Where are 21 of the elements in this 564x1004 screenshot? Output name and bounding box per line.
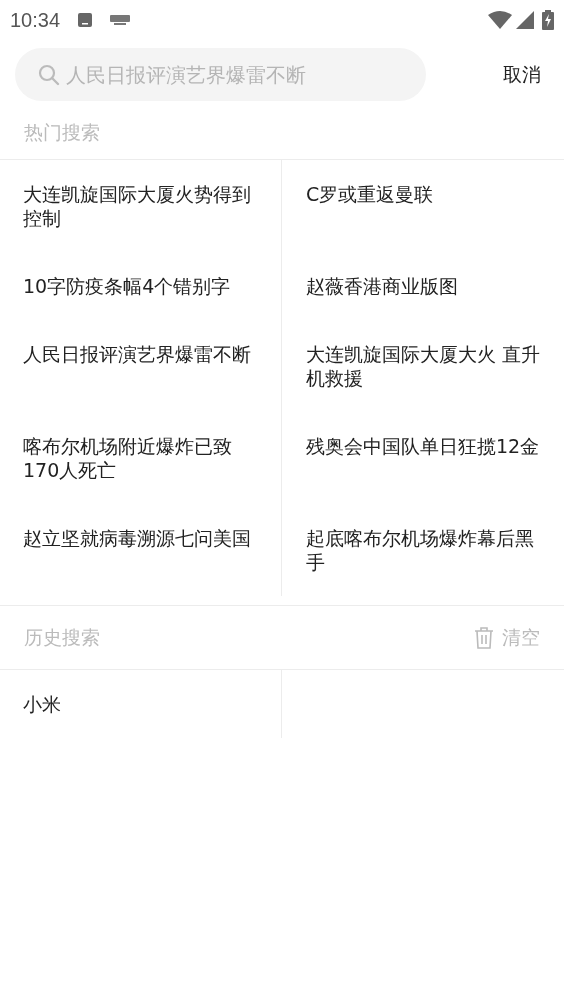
wifi-icon: [488, 11, 512, 29]
section-title: 热门搜索: [24, 119, 100, 145]
status-time: 10:34: [10, 8, 61, 33]
search-suggestion[interactable]: 10字防疫条幅4个错别字: [23, 274, 257, 298]
search-suggestion[interactable]: 赵立坚就病毒溯源七问美国: [23, 526, 257, 550]
search-suggestion[interactable]: 赵薇香港商业版图: [306, 274, 544, 298]
section-title: 历史搜索: [24, 625, 100, 651]
cancel-button[interactable]: 取消: [503, 60, 541, 89]
search-suggestion[interactable]: 小米: [23, 692, 257, 716]
search-suggestion[interactable]: 人民日报评演艺界爆雷不断: [23, 342, 257, 366]
search-suggestion[interactable]: 起底喀布尔机场爆炸幕后黑手: [306, 526, 544, 574]
search-suggestion[interactable]: C罗或重返曼联: [306, 182, 544, 206]
battery-icon: [542, 10, 554, 30]
trash-icon: [474, 626, 494, 649]
search-suggestion[interactable]: 大连凯旋国际大厦火势得到控制: [23, 182, 257, 230]
search-field[interactable]: 人民日报评演艺界爆雷不断: [15, 48, 426, 101]
search-suggestion[interactable]: 残奥会中国队单日狂揽12金: [306, 434, 544, 458]
signal-icon: [516, 11, 534, 29]
search-suggestion[interactable]: 喀布尔机场附近爆炸已致170人死亡: [23, 434, 257, 482]
search-icon: [38, 64, 60, 86]
search-suggestion[interactable]: 大连凯旋国际大厦大火 直升机救援: [306, 342, 544, 390]
